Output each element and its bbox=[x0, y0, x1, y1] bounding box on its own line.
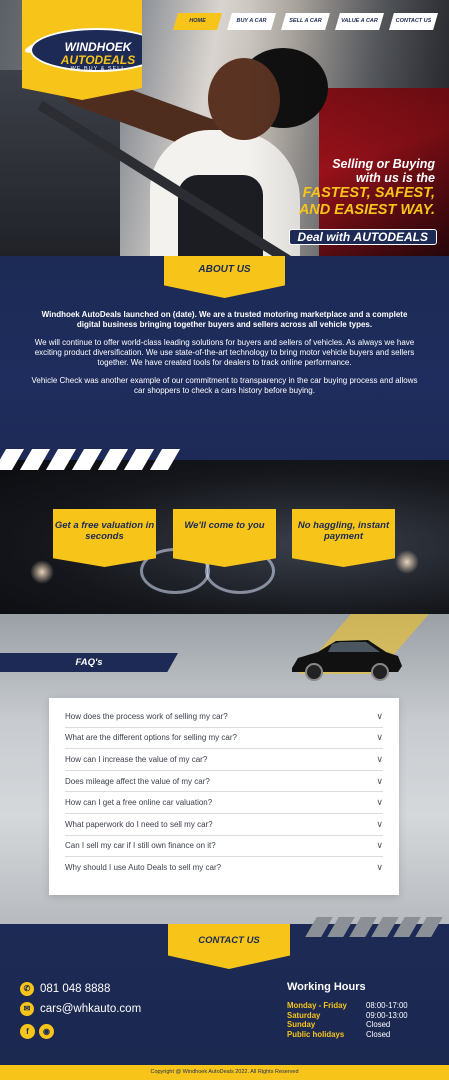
car-image-icon bbox=[292, 640, 402, 681]
chevron-down-icon: ∨ bbox=[376, 797, 383, 808]
chevron-down-icon: ∨ bbox=[376, 753, 383, 764]
hours-time: 08:00-17:00 bbox=[366, 1001, 408, 1010]
contact-heading: CONTACT US bbox=[168, 924, 290, 969]
chevron-down-icon: ∨ bbox=[376, 818, 383, 829]
phone-icon: ✆ bbox=[20, 982, 34, 996]
hours-row: Public holidays Closed bbox=[287, 1030, 408, 1040]
faq-question: Can I sell my car if I still own finance… bbox=[65, 841, 216, 851]
facebook-icon[interactable]: f bbox=[20, 1024, 35, 1039]
hours-time: 09:00-13:00 bbox=[366, 1010, 408, 1020]
hero-line-4: AND EASIEST WAY. bbox=[298, 202, 435, 218]
email-icon: ✉ bbox=[20, 1002, 34, 1016]
chevron-down-icon: ∨ bbox=[376, 840, 383, 851]
hours-day: Sunday bbox=[287, 1020, 316, 1030]
faq-question: How can I increase the value of my car? bbox=[65, 754, 208, 764]
faq-question: What paperwork do I need to sell my car? bbox=[65, 819, 213, 829]
social-links: f ◉ bbox=[20, 1024, 54, 1039]
chevron-down-icon: ∨ bbox=[376, 710, 383, 721]
hero-line-2: with us is the bbox=[355, 171, 435, 185]
decorative-stripes-grey bbox=[305, 917, 443, 937]
working-hours-table: Monday - Friday 08:00-17:00 Saturday 09:00… bbox=[287, 1001, 408, 1039]
hours-row: Saturday 09:00-13:00 bbox=[287, 1011, 408, 1021]
about-section: ABOUT US Windhoek AutoDeals launched on … bbox=[0, 256, 449, 461]
chevron-down-icon: ∨ bbox=[376, 732, 383, 743]
about-heading: ABOUT US bbox=[164, 256, 285, 298]
hero-section: WINDHOEK AUTODEALS WE BUY & SELL HOME BU… bbox=[0, 0, 449, 256]
hours-row: Monday - Friday 08:00-17:00 bbox=[287, 1001, 408, 1011]
faq-item[interactable]: How can I get a free online car valuatio… bbox=[65, 792, 383, 814]
faq-question: Why should I use Auto Deals to sell my c… bbox=[65, 863, 222, 873]
chevron-down-icon: ∨ bbox=[376, 862, 383, 873]
hours-day: Public holidays bbox=[287, 1029, 345, 1039]
hero-line-1: Selling or Buying bbox=[332, 157, 435, 171]
hero-cta-pill[interactable]: Deal with AUTODEALS bbox=[288, 229, 437, 245]
hours-time: Closed bbox=[366, 1029, 391, 1039]
hero-pill-brand: AUTODEALS bbox=[353, 230, 428, 244]
about-text: Windhoek AutoDeals launched on (date). W… bbox=[30, 310, 419, 404]
features-section: Get a free valuation in seconds We'll co… bbox=[0, 460, 449, 614]
hero-line-3: FASTEST, SAFEST, bbox=[302, 185, 435, 201]
hours-day: Monday - Friday bbox=[287, 1001, 347, 1010]
about-paragraph-3: Vehicle Check was another example of our… bbox=[31, 376, 418, 395]
faq-question: How does the process work of selling my … bbox=[65, 711, 228, 721]
about-paragraph-2: We will continue to offer world-class le… bbox=[34, 338, 415, 367]
faq-item[interactable]: Why should I use Auto Deals to sell my c… bbox=[65, 857, 383, 879]
hero-headline: Selling or Buying with us is the FASTEST… bbox=[299, 157, 435, 219]
contact-section: CONTACT US ✆ 081 048 8888 ✉ cars@whkauto… bbox=[0, 917, 449, 1065]
feature-free-valuation: Get a free valuation in seconds bbox=[53, 509, 156, 567]
faq-question: What are the different options for selli… bbox=[65, 733, 237, 743]
contact-phone-number: 081 048 8888 bbox=[40, 983, 111, 995]
faq-item[interactable]: Can I sell my car if I still own finance… bbox=[65, 836, 383, 858]
faq-question: Does mileage affect the value of my car? bbox=[65, 776, 210, 786]
decorative-stripes bbox=[0, 449, 195, 470]
footer-copyright: Copyright @ Windhoek AutoDeals 2022. All… bbox=[0, 1065, 449, 1080]
contact-email[interactable]: ✉ cars@whkauto.com bbox=[20, 1002, 141, 1016]
faq-item[interactable]: How does the process work of selling my … bbox=[65, 706, 383, 728]
logo-text-autodeals: AUTODEALS bbox=[60, 53, 136, 67]
hero-pill-prefix: Deal with bbox=[297, 230, 354, 244]
nav-value-a-car[interactable]: VALUE A CAR bbox=[335, 13, 384, 30]
light-glow bbox=[395, 550, 419, 574]
feature-instant-payment: No haggling, instant payment bbox=[292, 509, 395, 567]
hours-time: Closed bbox=[366, 1020, 391, 1030]
chevron-down-icon: ∨ bbox=[376, 775, 383, 786]
contact-email-address: cars@whkauto.com bbox=[40, 1003, 142, 1015]
faq-heading: FAQ's bbox=[0, 653, 178, 672]
nav-buy-a-car[interactable]: BUY A CAR bbox=[227, 13, 276, 30]
feature-we-come-to-you: We'll come to you bbox=[173, 509, 276, 567]
faq-item[interactable]: What paperwork do I need to sell my car?… bbox=[65, 814, 383, 836]
hours-row: Sunday Closed bbox=[287, 1020, 408, 1030]
faq-item[interactable]: Does mileage affect the value of my car?… bbox=[65, 771, 383, 793]
main-nav: HOME BUY A CAR SELL A CAR VALUE A CAR CO… bbox=[173, 13, 438, 30]
faq-question: How can I get a free online car valuatio… bbox=[65, 798, 213, 808]
logo-banner[interactable]: WINDHOEK AUTODEALS WE BUY & SELL bbox=[22, 0, 142, 100]
working-hours-title: Working Hours bbox=[287, 981, 366, 993]
contact-phone[interactable]: ✆ 081 048 8888 bbox=[20, 982, 110, 996]
light-glow bbox=[30, 560, 54, 584]
faq-item[interactable]: What are the different options for selli… bbox=[65, 728, 383, 750]
faq-section: FAQ's How does the process work of selli… bbox=[0, 614, 449, 924]
nav-sell-a-car[interactable]: SELL A CAR bbox=[281, 13, 330, 30]
nav-contact-us[interactable]: CONTACT US bbox=[389, 13, 438, 30]
nav-home[interactable]: HOME bbox=[173, 13, 222, 30]
logo-tagline: WE BUY & SELL bbox=[70, 66, 126, 72]
faq-item[interactable]: How can I increase the value of my car? ∨ bbox=[65, 749, 383, 771]
faq-accordion: How does the process work of selling my … bbox=[49, 698, 399, 895]
instagram-icon[interactable]: ◉ bbox=[39, 1024, 54, 1039]
hours-day: Saturday bbox=[287, 1010, 321, 1020]
logo-text-windhoek: WINDHOEK bbox=[64, 40, 132, 54]
about-paragraph-1: Windhoek AutoDeals launched on (date). W… bbox=[41, 310, 408, 329]
